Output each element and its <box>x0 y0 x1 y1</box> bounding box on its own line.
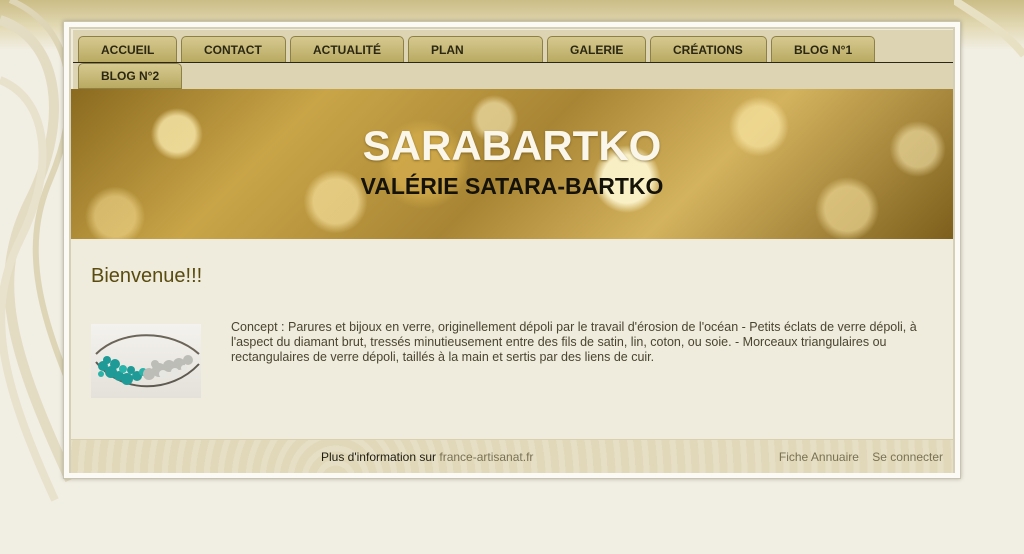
tab-galerie[interactable]: GALERIE <box>547 36 646 62</box>
footer-info: Plus d'information sur france-artisanat.… <box>321 450 533 464</box>
bracelet-image[interactable] <box>91 324 201 398</box>
tab-plan[interactable]: PLAN <box>408 36 543 62</box>
tab-contact[interactable]: CONTACT <box>181 36 286 62</box>
bracelet-illustration <box>95 334 200 388</box>
page-frame: ACCUEIL CONTACT ACTUALITÉ PLAN GALERIE C… <box>63 21 961 479</box>
site-title[interactable]: SARABARTKO <box>71 122 953 170</box>
main-navigation: ACCUEIL CONTACT ACTUALITÉ PLAN GALERIE C… <box>73 30 953 90</box>
page-inner: ACCUEIL CONTACT ACTUALITÉ PLAN GALERIE C… <box>69 27 955 473</box>
nav-divider <box>73 62 953 63</box>
footer-info-text: Plus d'information sur <box>321 450 437 464</box>
france-artisanat-link[interactable]: france-artisanat.fr <box>439 450 533 464</box>
welcome-heading: Bienvenue!!! <box>91 265 203 287</box>
description-text: Concept : Parures et bijoux en verre, or… <box>231 320 917 364</box>
footer: Plus d'information sur france-artisanat.… <box>71 439 953 473</box>
header-banner: SARABARTKO VALÉRIE SATARA-BARTKO <box>71 89 953 239</box>
tab-creations[interactable]: CRÉATIONS <box>650 36 767 62</box>
tab-blog-2[interactable]: BLOG N°2 <box>78 63 182 89</box>
decorative-swirl-right <box>954 0 1024 58</box>
site-subtitle: VALÉRIE SATARA-BARTKO <box>360 173 664 199</box>
footer-links: Fiche Annuaire Se connecter <box>769 450 943 464</box>
fiche-annuaire-link[interactable]: Fiche Annuaire <box>779 450 859 464</box>
se-connecter-link[interactable]: Se connecter <box>872 450 943 464</box>
tab-actualite[interactable]: ACTUALITÉ <box>290 36 404 62</box>
tab-blog-1[interactable]: BLOG N°1 <box>771 36 875 62</box>
tab-accueil[interactable]: ACCUEIL <box>78 36 177 62</box>
